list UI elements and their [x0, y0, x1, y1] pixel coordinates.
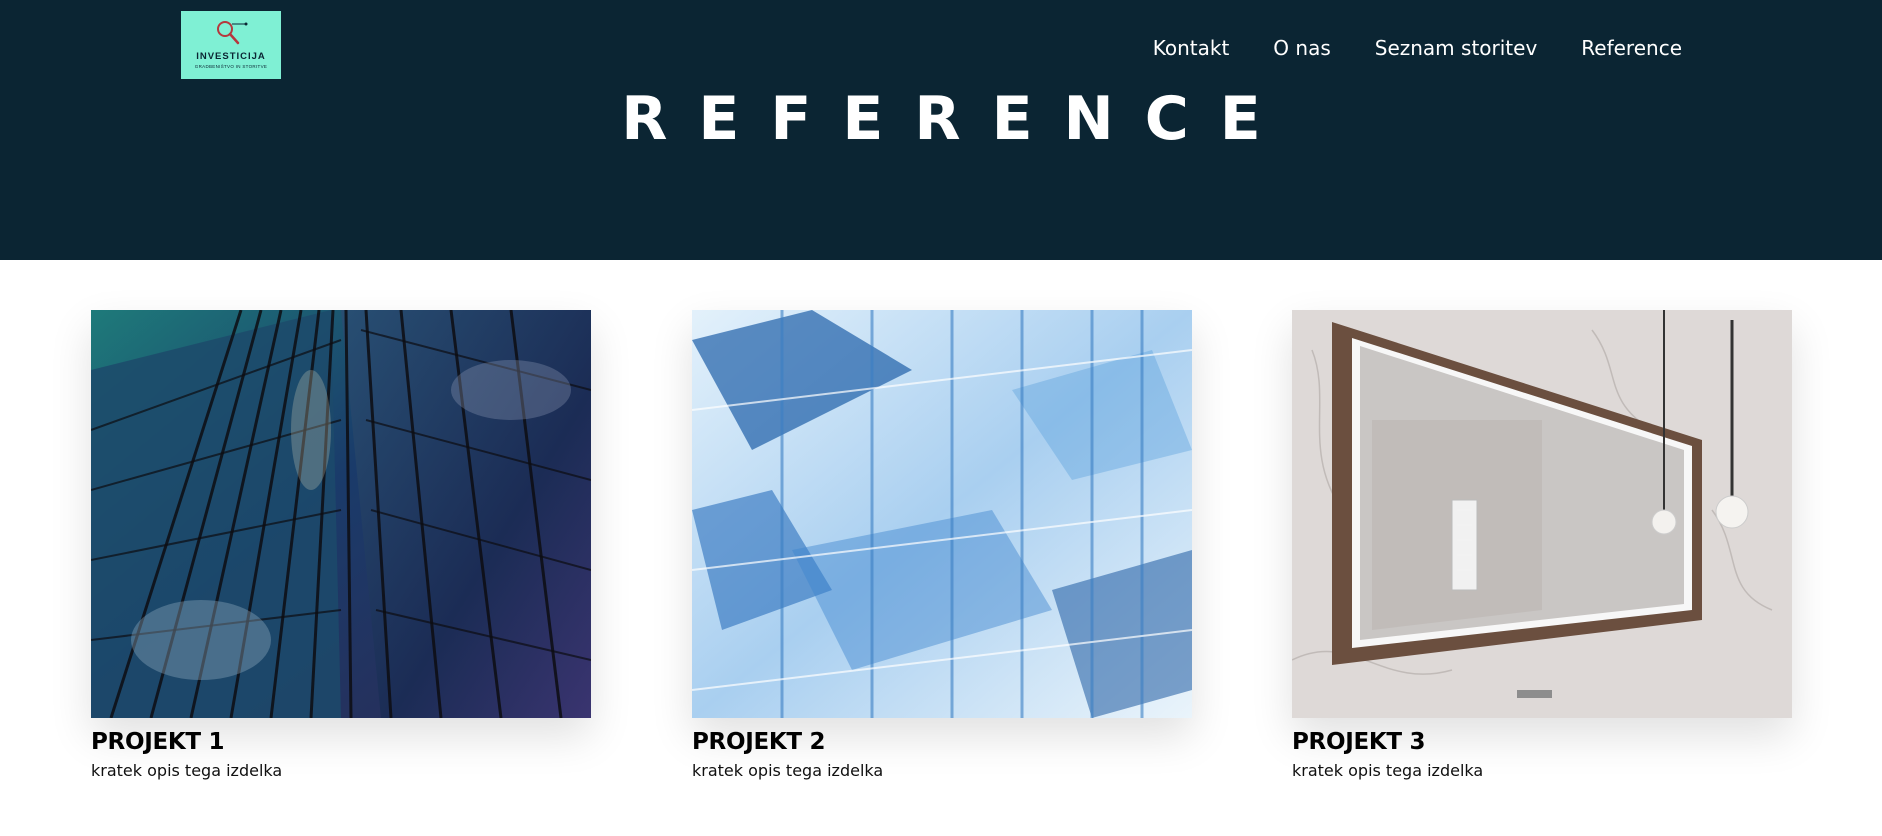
- brand-name: INVESTICIJA: [196, 51, 266, 62]
- project-title: PROJEKT 3: [1292, 729, 1426, 755]
- blue-glass-structure-image: [692, 310, 1192, 718]
- glass-skyscraper-image: [91, 310, 591, 718]
- main-nav: Kontakt O nas Seznam storitev Reference: [1153, 36, 1682, 60]
- brand-logo[interactable]: INVESTICIJA GRADBENIŠTVO IN STORITVE: [181, 11, 281, 79]
- project-card-2[interactable]: PROJEKT 2 kratek opis tega izdelka: [692, 310, 1192, 780]
- nav-item-kontakt[interactable]: Kontakt: [1153, 36, 1230, 60]
- project-image-2[interactable]: [692, 310, 1192, 718]
- nav-item-reference[interactable]: Reference: [1581, 36, 1682, 60]
- brand-tagline: GRADBENIŠTVO IN STORITVE: [194, 64, 268, 69]
- hero-header: INVESTICIJA GRADBENIŠTVO IN STORITVE Kon…: [0, 0, 1882, 260]
- nav-item-o-nas[interactable]: O nas: [1273, 36, 1330, 60]
- magnifier-key-icon: [217, 21, 248, 45]
- project-description: kratek opis tega izdelka: [91, 761, 283, 780]
- project-description: kratek opis tega izdelka: [692, 761, 884, 780]
- page-title: REFERENCE: [621, 84, 1292, 154]
- marble-bathroom-mirror-image: [1292, 310, 1792, 718]
- project-card-3[interactable]: PROJEKT 3 kratek opis tega izdelka: [1292, 310, 1792, 780]
- project-title: PROJEKT 1: [91, 729, 225, 755]
- project-card-1[interactable]: PROJEKT 1 kratek opis tega izdelka: [91, 310, 591, 780]
- project-image-3[interactable]: [1292, 310, 1792, 718]
- nav-item-seznam-storitev[interactable]: Seznam storitev: [1375, 36, 1538, 60]
- project-description: kratek opis tega izdelka: [1292, 761, 1484, 780]
- project-image-1[interactable]: [91, 310, 591, 718]
- project-title: PROJEKT 2: [692, 729, 826, 755]
